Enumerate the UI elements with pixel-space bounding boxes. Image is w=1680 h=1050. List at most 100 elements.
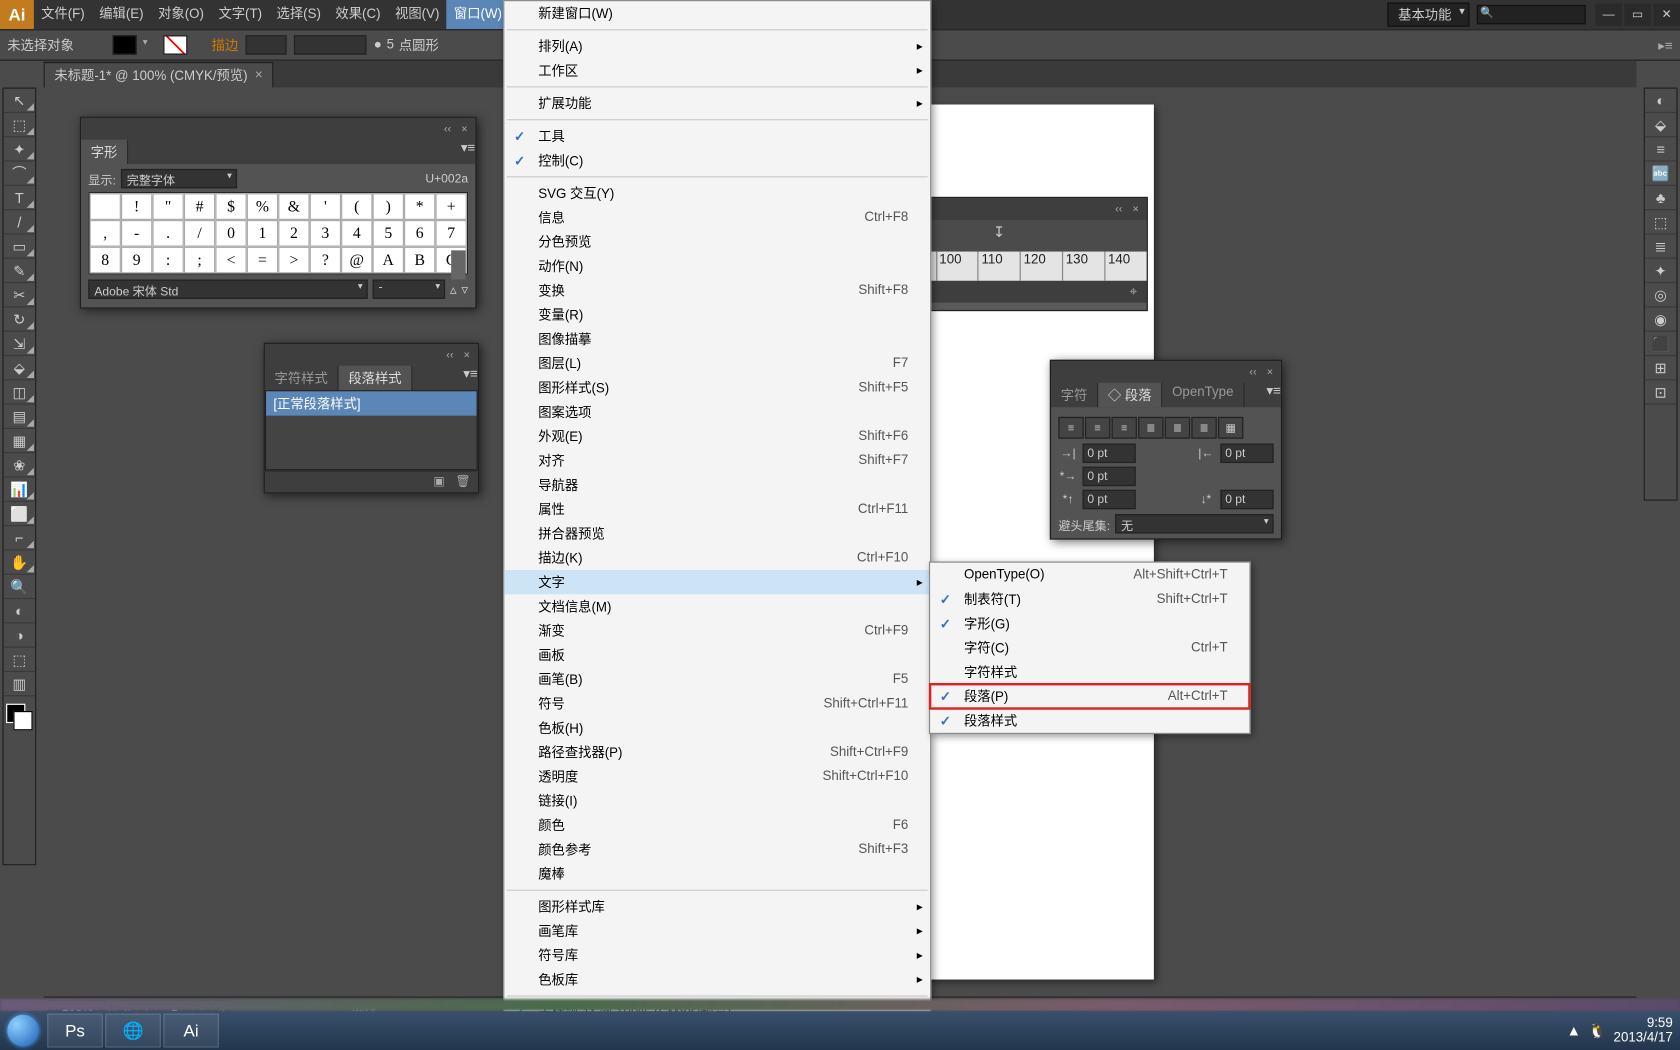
justify-left[interactable]: ≣ (1138, 417, 1163, 439)
glyph-cell[interactable]: ! (121, 193, 152, 220)
glyph-cell[interactable]: . (152, 220, 183, 247)
menu-item[interactable]: 色板(H) (504, 716, 930, 740)
menu-file[interactable]: 文件(F) (34, 0, 92, 29)
tool-1[interactable]: ⬚ (4, 113, 35, 137)
document-tab-close[interactable]: × (255, 68, 263, 83)
submenu-item[interactable]: 字符(C)Ctrl+T (930, 636, 1249, 660)
menu-item[interactable]: ✓控制(C) (504, 148, 930, 172)
space-before-field[interactable]: 0 pt (1083, 490, 1136, 509)
indent-right-field[interactable]: 0 pt (1220, 444, 1273, 463)
submenu-item[interactable]: ✓段落(P)Alt+Ctrl+T (930, 684, 1249, 708)
panel-icon-0[interactable]: ◐ (1645, 89, 1676, 113)
tool-20[interactable]: 🔍 (4, 575, 35, 599)
submenu-item[interactable]: 字符样式 (930, 660, 1249, 684)
panel-icon-10[interactable]: ⬛ (1645, 332, 1676, 356)
tray-flag-icon[interactable]: ▲ (1567, 1022, 1581, 1039)
stroke-weight[interactable] (246, 35, 287, 54)
glyph-cell[interactable]: % (247, 193, 278, 220)
menu-type[interactable]: 文字(T) (211, 0, 269, 29)
tool-19[interactable]: ✋ (4, 551, 35, 575)
menu-item[interactable]: 色板库 (504, 967, 930, 991)
tool-15[interactable]: ❀ (4, 453, 35, 477)
glyph-cell[interactable]: 4 (341, 220, 372, 247)
glyph-cell[interactable]: , (90, 220, 121, 247)
delete-style-icon[interactable]: 🗑 (454, 473, 473, 490)
tray-qq-icon[interactable]: 🐧 (1588, 1022, 1606, 1039)
glyph-cell[interactable]: 7 (435, 220, 466, 247)
tool-4[interactable]: T (4, 186, 35, 210)
tool-7[interactable]: ✎ (4, 259, 35, 283)
panel-close-icon[interactable]: × (1263, 365, 1278, 380)
menu-object[interactable]: 对象(O) (151, 0, 211, 29)
tool-22[interactable]: ◑ (4, 623, 35, 647)
menu-item[interactable]: 链接(I) (504, 789, 930, 813)
panel-icon-3[interactable]: 🔤 (1645, 162, 1676, 186)
align-left[interactable]: ≡ (1058, 417, 1083, 439)
opentype-tab[interactable]: OpenType (1162, 383, 1244, 407)
menu-item[interactable]: 符号库 (504, 943, 930, 967)
glyph-cell[interactable]: ; (184, 247, 215, 274)
optbar-menu-icon[interactable]: ▸≡ (1658, 38, 1672, 54)
tool-3[interactable]: ⌒ (4, 162, 35, 186)
glyph-cell[interactable]: < (215, 247, 246, 274)
menu-item[interactable]: 颜色F6 (504, 813, 930, 837)
ruler-panel-collapse-icon[interactable]: ‹‹ (1112, 202, 1127, 217)
para-style-item[interactable]: [正常段落样式] (266, 391, 476, 415)
menu-item[interactable]: 魔棒 (504, 862, 930, 886)
kinsoku-dropdown[interactable]: 无 (1115, 514, 1274, 533)
stroke-color[interactable] (13, 711, 32, 730)
tool-5[interactable]: / (4, 210, 35, 234)
glyph-zoom-in-icon[interactable]: ▿ (461, 281, 468, 297)
glyph-cell[interactable]: = (247, 247, 278, 274)
justify-right[interactable]: ≣ (1191, 417, 1216, 439)
menu-item[interactable]: 分色预览 (504, 230, 930, 254)
menu-item[interactable]: 文档信息(M) (504, 594, 930, 618)
panel-icon-9[interactable]: ◉ (1645, 307, 1676, 331)
ruler-panel-close-icon[interactable]: × (1128, 202, 1143, 217)
glyph-cell[interactable]: > (278, 247, 309, 274)
panel-icon-6[interactable]: ≣ (1645, 235, 1676, 259)
glyph-cell[interactable]: 6 (404, 220, 435, 247)
menu-window[interactable]: 窗口(W) (447, 0, 510, 29)
glyph-cell[interactable]: B (404, 247, 435, 274)
stroke-swatch[interactable] (163, 35, 187, 54)
menu-item[interactable]: 排列(A) (504, 34, 930, 58)
justify-center[interactable]: ≣ (1165, 417, 1190, 439)
glyph-cell[interactable]: 3 (310, 220, 341, 247)
glyph-cell[interactable] (90, 193, 121, 220)
glyph-cell[interactable]: & (278, 193, 309, 220)
menu-item[interactable]: 图形样式库 (504, 894, 930, 918)
panel-icon-12[interactable]: ⊡ (1645, 380, 1676, 404)
tool-13[interactable]: ▤ (4, 405, 35, 429)
tool-16[interactable]: 📊 (4, 478, 35, 502)
glyph-style-dropdown[interactable]: - (372, 280, 445, 299)
stroke-profile[interactable] (294, 35, 367, 54)
glyph-cell[interactable]: + (435, 193, 466, 220)
para-styles-tab[interactable]: 段落样式 (339, 366, 413, 390)
menu-item[interactable]: 图案选项 (504, 400, 930, 424)
panel-close-icon[interactable]: × (457, 122, 472, 137)
menu-item[interactable]: 属性Ctrl+F11 (504, 497, 930, 521)
indent-left-field[interactable]: 0 pt (1083, 444, 1136, 463)
tool-14[interactable]: ▦ (4, 429, 35, 453)
new-style-icon[interactable]: ▣ (429, 473, 448, 490)
glyph-show-dropdown[interactable]: 完整字体 (121, 169, 237, 188)
glyph-cell[interactable]: ? (310, 247, 341, 274)
menu-edit[interactable]: 编辑(E) (92, 0, 151, 29)
menu-item[interactable]: 对齐Shift+F7 (504, 448, 930, 472)
char-styles-tab[interactable]: 字符样式 (265, 366, 339, 390)
glyph-cell[interactable]: 1 (247, 220, 278, 247)
help-search[interactable] (1477, 5, 1586, 24)
glyph-cell[interactable]: # (184, 193, 215, 220)
window-close[interactable]: ✕ (1653, 4, 1680, 26)
panel-collapse-icon[interactable]: ‹‹ (1246, 365, 1261, 380)
menu-item[interactable]: 变换Shift+F8 (504, 278, 930, 302)
menu-item[interactable]: 颜色参考Shift+F3 (504, 837, 930, 861)
menu-item[interactable]: 图形样式(S)Shift+F5 (504, 376, 930, 400)
panel-icon-5[interactable]: ⬚ (1645, 210, 1676, 234)
menu-item[interactable]: 工作区 (504, 58, 930, 82)
glyphs-tab[interactable]: 字形 (81, 140, 128, 164)
menu-item[interactable]: 变量(R) (504, 303, 930, 327)
glyph-cell[interactable]: 2 (278, 220, 309, 247)
menu-view[interactable]: 视图(V) (388, 0, 447, 29)
